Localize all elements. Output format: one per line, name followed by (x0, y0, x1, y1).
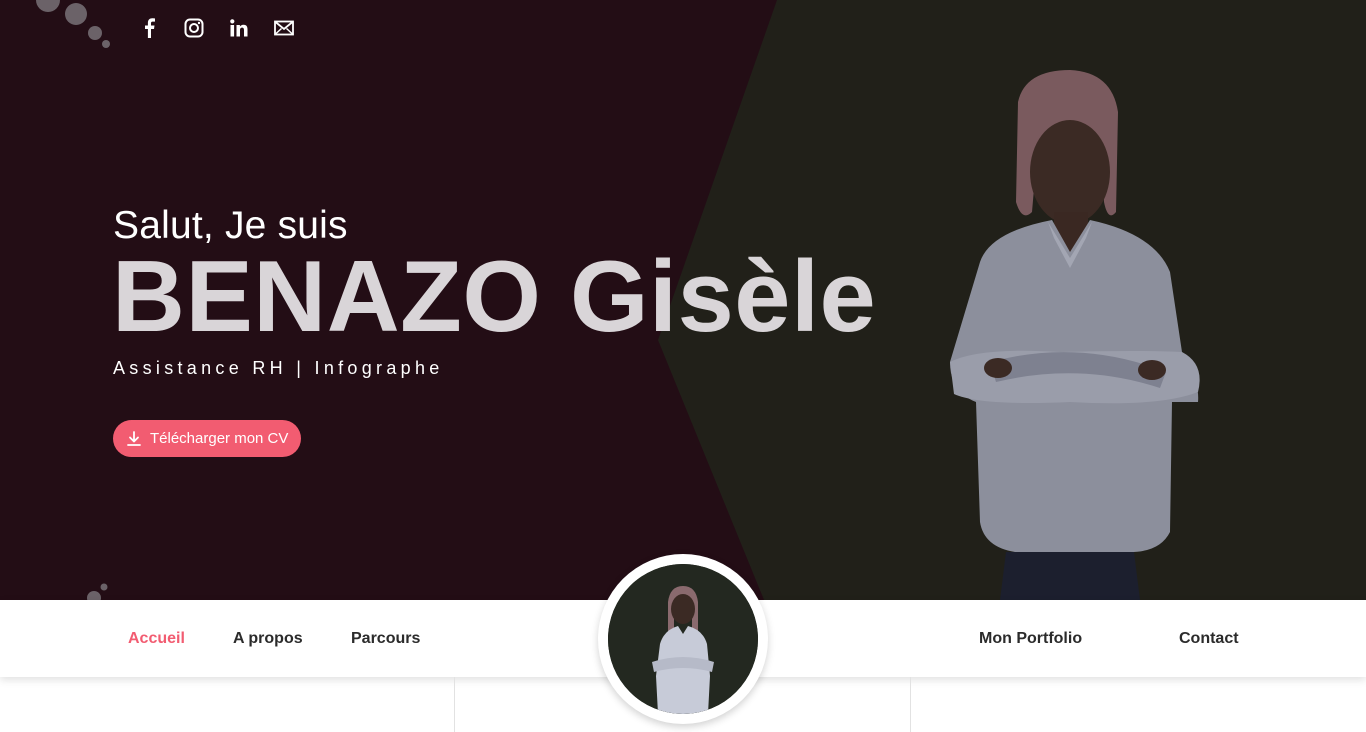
section-divider (910, 677, 911, 732)
decorative-dots-bottom (87, 583, 108, 600)
download-cv-label: Télécharger mon CV (150, 430, 289, 447)
linkedin-icon[interactable] (216, 16, 261, 40)
hero-role: Assistance RH | Infographe (113, 358, 444, 378)
profile-avatar-frame[interactable] (598, 554, 768, 724)
social-links (126, 16, 306, 40)
mail-icon[interactable] (261, 16, 306, 40)
avatar (608, 564, 758, 714)
nav-item-contact[interactable]: Contact (1179, 630, 1239, 648)
decorative-dots-top (36, 0, 110, 48)
section-divider (454, 677, 455, 732)
hero-portrait (950, 70, 1200, 600)
nav-item-home[interactable]: Accueil (128, 630, 185, 648)
nav-item-journey[interactable]: Parcours (351, 630, 420, 648)
instagram-icon[interactable] (171, 16, 216, 40)
hero-section: Salut, Je suis BENAZO Gisèle Assistance … (0, 0, 1366, 600)
hero-name: BENAZO Gisèle (112, 241, 877, 353)
download-icon (127, 431, 141, 446)
download-cv-button[interactable]: Télécharger mon CV (113, 420, 302, 457)
nav-item-portfolio[interactable]: Mon Portfolio (979, 630, 1082, 648)
facebook-icon[interactable] (126, 16, 171, 40)
nav-item-about[interactable]: A propos (233, 630, 303, 648)
